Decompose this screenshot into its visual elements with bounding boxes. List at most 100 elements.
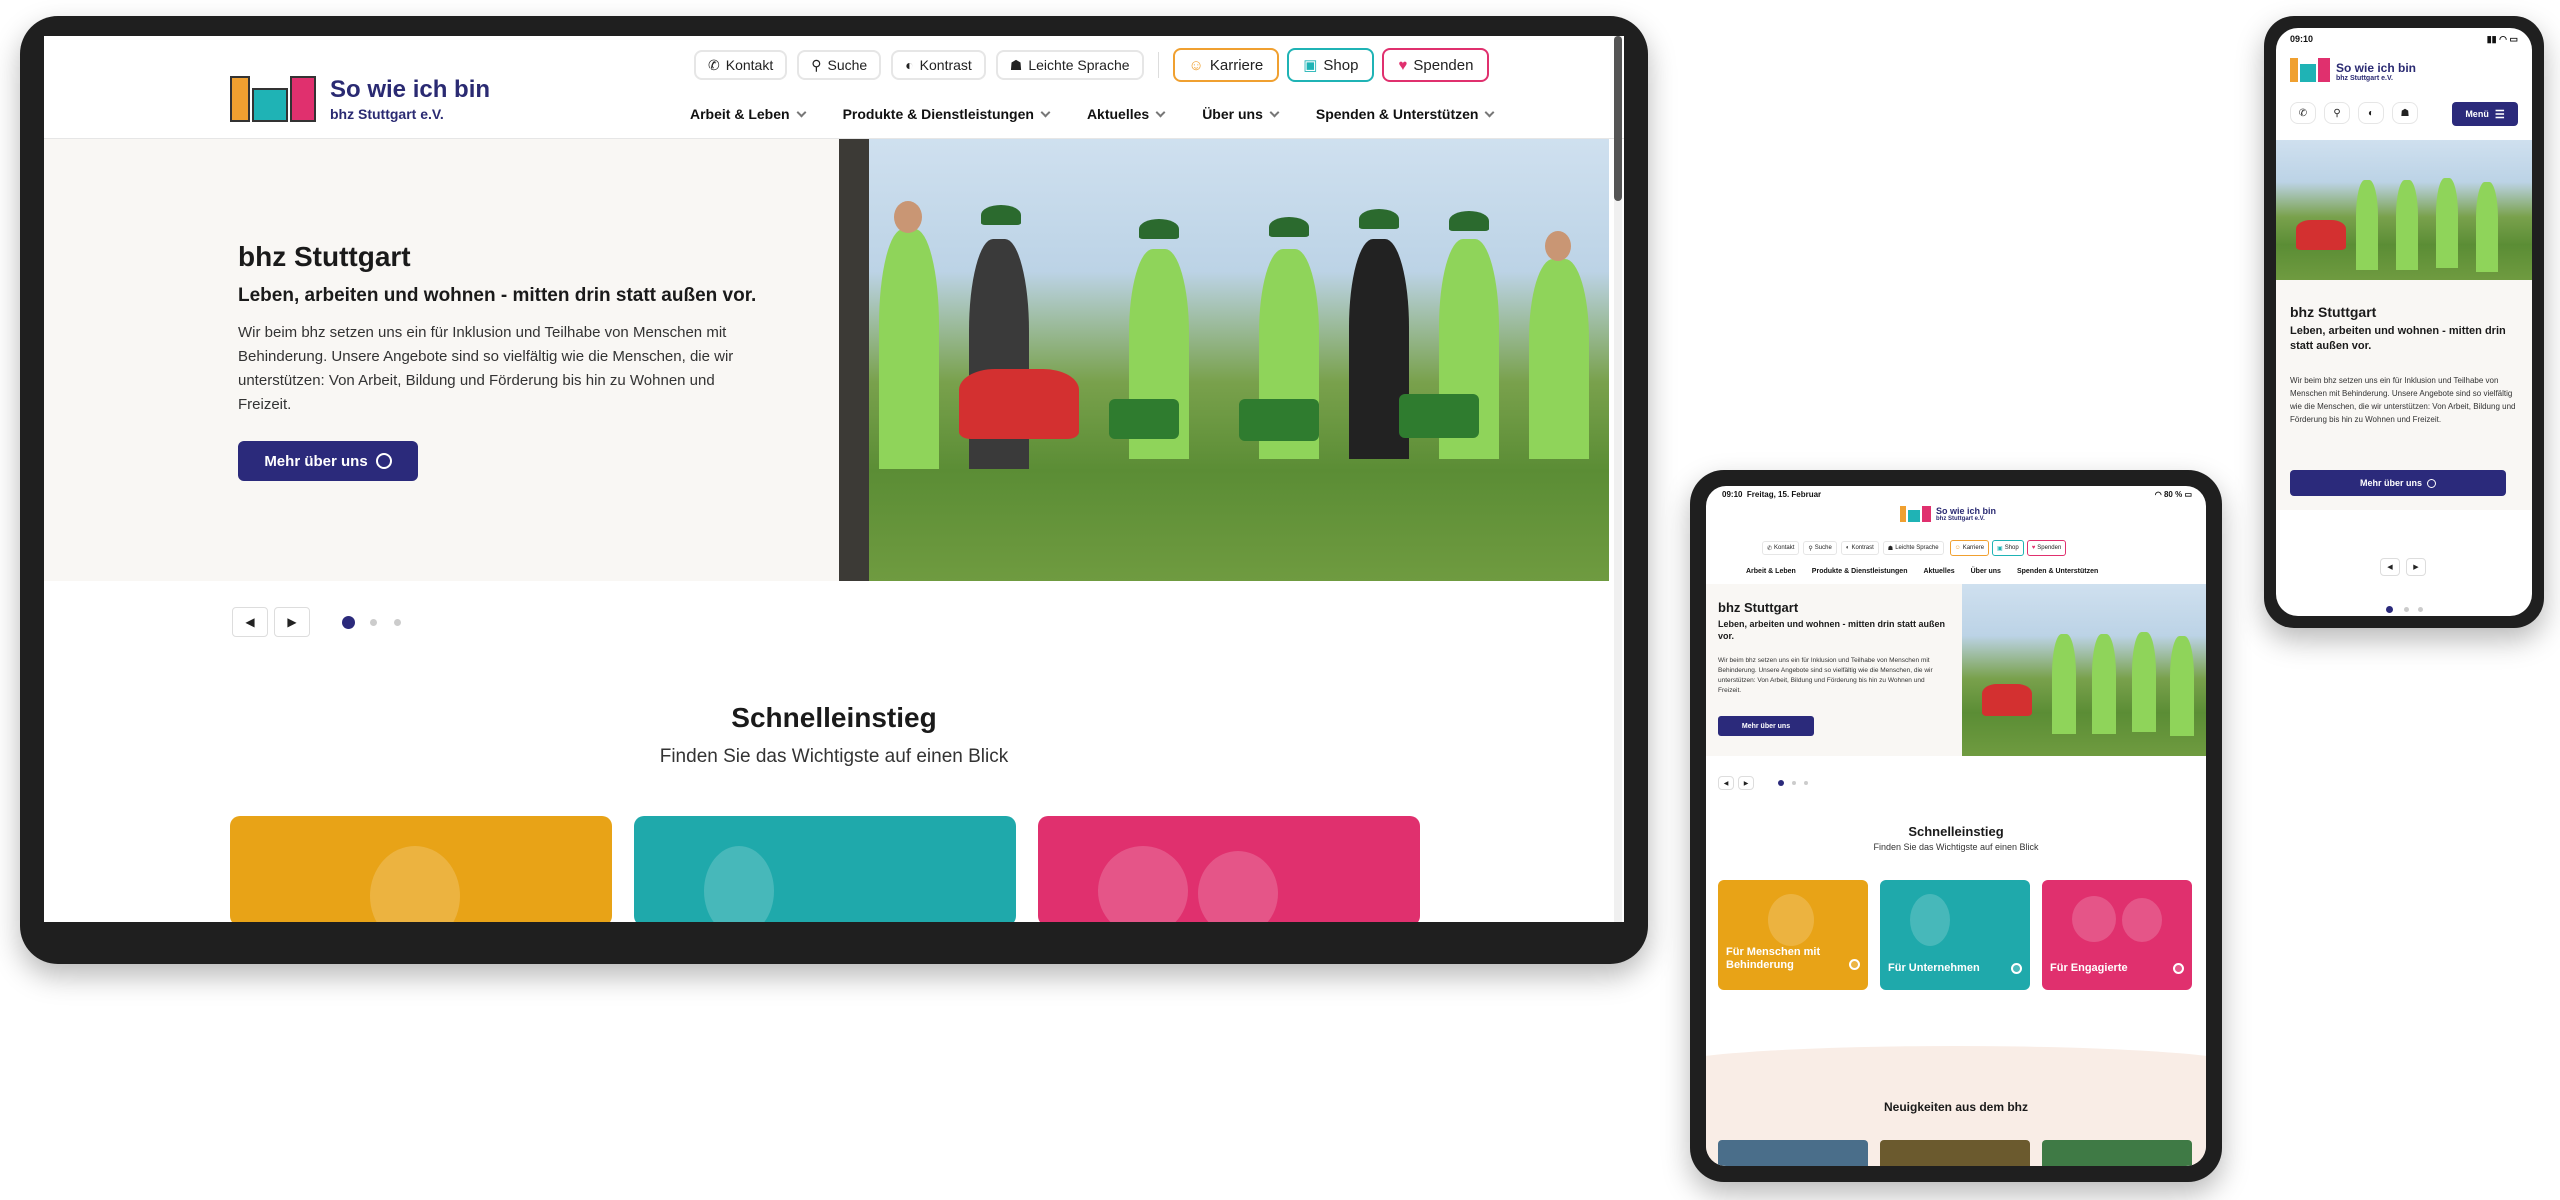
card-photo-face (704, 846, 774, 922)
kontakt-button[interactable]: ✆ (2290, 102, 2316, 124)
wifi-icon: ◠ (2154, 490, 2162, 499)
leichte-sprache-button[interactable]: ☗ Leichte Sprache (1882, 541, 1944, 555)
kontakt-button[interactable]: ✆ Kontakt (694, 50, 788, 80)
nav-item-produkte[interactable]: Produkte & Dienstleistungen (843, 106, 1051, 122)
news-title: Neuigkeiten aus dem bhz (1883, 1100, 2029, 1114)
shop-button[interactable]: ▣ Shop (1287, 48, 1375, 82)
mehr-ueber-uns-button[interactable]: Mehr über uns (238, 441, 418, 481)
easy-language-icon: ☗ (1009, 56, 1023, 73)
nav-item-ueber-uns[interactable]: Über uns (1202, 106, 1280, 122)
slider-dot[interactable] (370, 619, 377, 626)
photo-hat (1359, 209, 1399, 229)
news-card[interactable] (1718, 1140, 1868, 1166)
nav-item-spenden-unterstuetzen[interactable]: Spenden & Unterstützen (2017, 568, 2098, 575)
photo-person (2436, 178, 2458, 268)
slider-dot-active[interactable] (342, 616, 355, 629)
brand-logo[interactable]: So wie ich bin bhz Stuttgart e.V. (230, 76, 490, 122)
hero-text: Wir beim bhz setzen uns ein für Inklusio… (238, 324, 734, 413)
photo-person (2092, 634, 2116, 734)
brand-logo[interactable]: So wie ich bin bhz Stuttgart e.V. (2290, 58, 2416, 82)
photo-person (2052, 634, 2076, 734)
card-menschen-mit-behinderung[interactable]: Für Menschen mit Behinderung (1718, 880, 1868, 990)
hero-subtitle: Leben, arbeiten und wohnen - mitten drin… (2290, 325, 2506, 352)
slider-prev-button[interactable]: ◀ (2380, 558, 2400, 576)
slider-dot[interactable] (2404, 607, 2409, 612)
menu-button[interactable]: Menü ☰ (2452, 102, 2518, 126)
hamburger-icon: ☰ (2494, 108, 2505, 121)
main-navigation: Arbeit & Leben Produkte & Dienstleistung… (1746, 568, 2098, 575)
slider-next-button[interactable]: ▶ (2406, 558, 2426, 576)
suche-button[interactable]: ⚲ Suche (1803, 541, 1837, 555)
news-card[interactable] (2042, 1140, 2192, 1166)
photo-mower (1399, 394, 1479, 438)
card-engagierte[interactable] (1038, 816, 1420, 922)
search-icon: ⚲ (1808, 545, 1813, 552)
hero-text: Wir beim bhz setzen uns ein für Inklusio… (2290, 376, 2516, 424)
hero-subtitle: Leben, arbeiten und wohnen - mitten drin… (1718, 619, 1946, 641)
hero-text-panel: bhz Stuttgart Leben, arbeiten und wohnen… (2276, 280, 2532, 510)
kontakt-button[interactable]: ✆ Kontakt (1762, 541, 1800, 555)
brand-logo[interactable]: So wie ich bin bhz Stuttgart e.V. (1900, 506, 1996, 522)
karriere-button[interactable]: ☺ Karriere (1949, 540, 1990, 556)
suche-button[interactable]: ⚲ (2324, 102, 2350, 124)
slider-prev-button[interactable]: ◀ (232, 607, 268, 637)
nav-item-produkte[interactable]: Produkte & Dienstleistungen (1812, 568, 1908, 575)
scrollbar-thumb[interactable] (1614, 36, 1622, 201)
nav-item-aktuelles[interactable]: Aktuelles (1923, 568, 1954, 575)
mehr-ueber-uns-button[interactable]: Mehr über uns (2290, 470, 2506, 496)
tablet-status-bar: 09:10 Freitag, 15. Februar ◠ 80 % ▭ (1722, 490, 2192, 499)
card-photo-face (2122, 898, 2162, 942)
nav-item-aktuelles[interactable]: Aktuelles (1087, 106, 1166, 122)
slider-next-button[interactable]: ▶ (1738, 776, 1754, 790)
kontrast-button[interactable]: ◐ Kontrast (891, 50, 986, 80)
hero-subtitle: Leben, arbeiten und wohnen - mitten drin… (238, 285, 757, 306)
photo-hat (1449, 211, 1489, 231)
phone-device-frame: 09:10 ▮▮ ◠ ▭ So wie ich bin bhz Stuttgar… (2264, 16, 2544, 628)
slider-next-button[interactable]: ▶ (274, 607, 310, 637)
slider-dot[interactable] (394, 619, 401, 626)
main-navigation: Arbeit & Leben Produkte & Dienstleistung… (690, 106, 1495, 122)
heart-icon: ♥ (2031, 545, 2036, 551)
logo-book-teal (1908, 510, 1920, 522)
card-label: Für Engagierte (2050, 962, 2128, 974)
leichte-sprache-button[interactable]: ☗ (2392, 102, 2418, 124)
logo-book-orange (1900, 506, 1906, 522)
card-engagierte[interactable]: Für Engagierte (2042, 880, 2192, 990)
card-unternehmen[interactable]: Für Unternehmen (1880, 880, 2030, 990)
slider-dot-active[interactable] (1778, 780, 1784, 786)
nav-item-spenden-unterstuetzen[interactable]: Spenden & Unterstützen (1316, 106, 1495, 122)
karriere-button[interactable]: ☺ Karriere (1172, 48, 1280, 82)
tablet-device-frame: 09:10 Freitag, 15. Februar ◠ 80 % ▭ So w… (1690, 470, 2222, 1182)
chevron-down-icon (796, 107, 807, 118)
photo-hat (981, 205, 1021, 225)
signal-icon: ▮▮ (2486, 34, 2497, 44)
slider-prev-button[interactable]: ◀ (1718, 776, 1734, 790)
shop-button[interactable]: ▣ Shop (1992, 540, 2024, 556)
suche-button[interactable]: ⚲ Suche (797, 50, 882, 80)
news-card[interactable] (1880, 1140, 2030, 1166)
mehr-ueber-uns-button[interactable]: Mehr über uns (1718, 716, 1814, 736)
bag-icon: ▣ (1303, 57, 1318, 74)
slider-dot[interactable] (1804, 781, 1808, 785)
card-menschen-mit-behinderung[interactable] (230, 816, 612, 922)
phone-icon: ✆ (2298, 107, 2308, 119)
card-unternehmen[interactable] (634, 816, 1016, 922)
desktop-screen: So wie ich bin bhz Stuttgart e.V. ✆ Konta… (44, 36, 1624, 922)
photo-red-mower (2296, 220, 2346, 250)
kontrast-button[interactable]: ◐ (2358, 102, 2384, 124)
photo-person (2476, 182, 2498, 272)
logo-book-pink (1922, 506, 1931, 522)
search-icon: ⚲ (2333, 107, 2341, 119)
nav-item-arbeit-leben[interactable]: Arbeit & Leben (690, 106, 807, 122)
search-icon: ⚲ (811, 56, 822, 73)
spenden-button[interactable]: ♥ Spenden (2026, 540, 2067, 556)
slider-dot[interactable] (1792, 781, 1796, 785)
nav-item-arbeit-leben[interactable]: Arbeit & Leben (1746, 568, 1796, 575)
nav-item-ueber-uns[interactable]: Über uns (1971, 568, 2001, 575)
photo-mower (1239, 399, 1319, 441)
kontrast-button[interactable]: ◐ Kontrast (1840, 541, 1879, 555)
slider-dot[interactable] (2418, 607, 2423, 612)
leichte-sprache-button[interactable]: ☗ Leichte Sprache (995, 50, 1144, 80)
slider-dot-active[interactable] (2386, 606, 2393, 613)
spenden-button[interactable]: ♥ Spenden (1382, 48, 1490, 82)
